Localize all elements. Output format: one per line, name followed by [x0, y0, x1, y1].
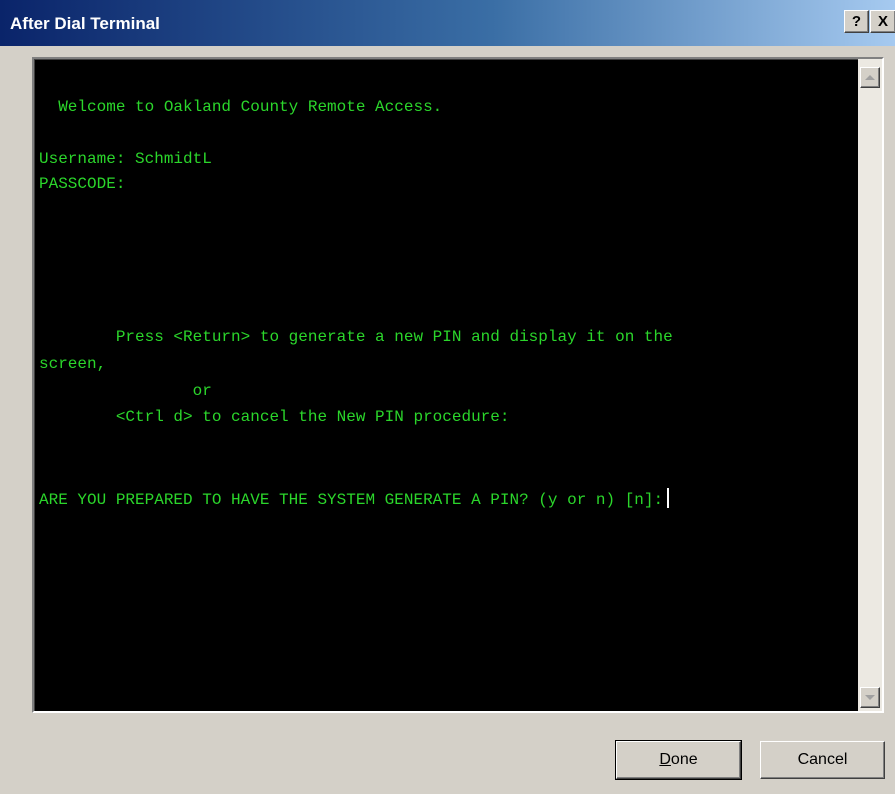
terminal-line: <Ctrl d> to cancel the New PIN procedure… [39, 408, 510, 426]
terminal-line: Press <Return> to generate a new PIN and… [39, 328, 673, 346]
terminal-screen[interactable]: Welcome to Oakland County Remote Access.… [34, 59, 858, 711]
close-button[interactable]: X [870, 10, 895, 33]
terminal-prompt-line: ARE YOU PREPARED TO HAVE THE SYSTEM GENE… [39, 488, 670, 509]
text-cursor [667, 488, 670, 508]
help-icon: ? [851, 13, 862, 30]
done-button[interactable]: Done [616, 741, 741, 779]
terminal-line: Welcome to Oakland County Remote Access. [39, 98, 443, 116]
arrow-down-icon [865, 695, 875, 700]
terminal-frame: Welcome to Oakland County Remote Access.… [32, 57, 884, 713]
done-button-label: Done [659, 751, 698, 768]
cancel-button-label: Cancel [797, 751, 848, 768]
help-button[interactable]: ? [844, 10, 869, 33]
terminal-line: PASSCODE: [39, 175, 126, 193]
scroll-up-button[interactable] [860, 67, 880, 88]
arrow-up-icon [865, 75, 875, 80]
terminal-line: screen, [39, 355, 107, 373]
cancel-button[interactable]: Cancel [760, 741, 885, 779]
terminal-prompt-text: ARE YOU PREPARED TO HAVE THE SYSTEM GENE… [39, 491, 664, 509]
scroll-down-button[interactable] [860, 687, 880, 708]
terminal-line: Username: SchmidtL [39, 150, 212, 168]
terminal-line: or [39, 382, 212, 400]
title-bar: After Dial Terminal ? X [0, 0, 895, 46]
close-icon: X [877, 13, 888, 30]
vertical-scrollbar[interactable] [858, 59, 882, 711]
window-title: After Dial Terminal [10, 14, 160, 33]
